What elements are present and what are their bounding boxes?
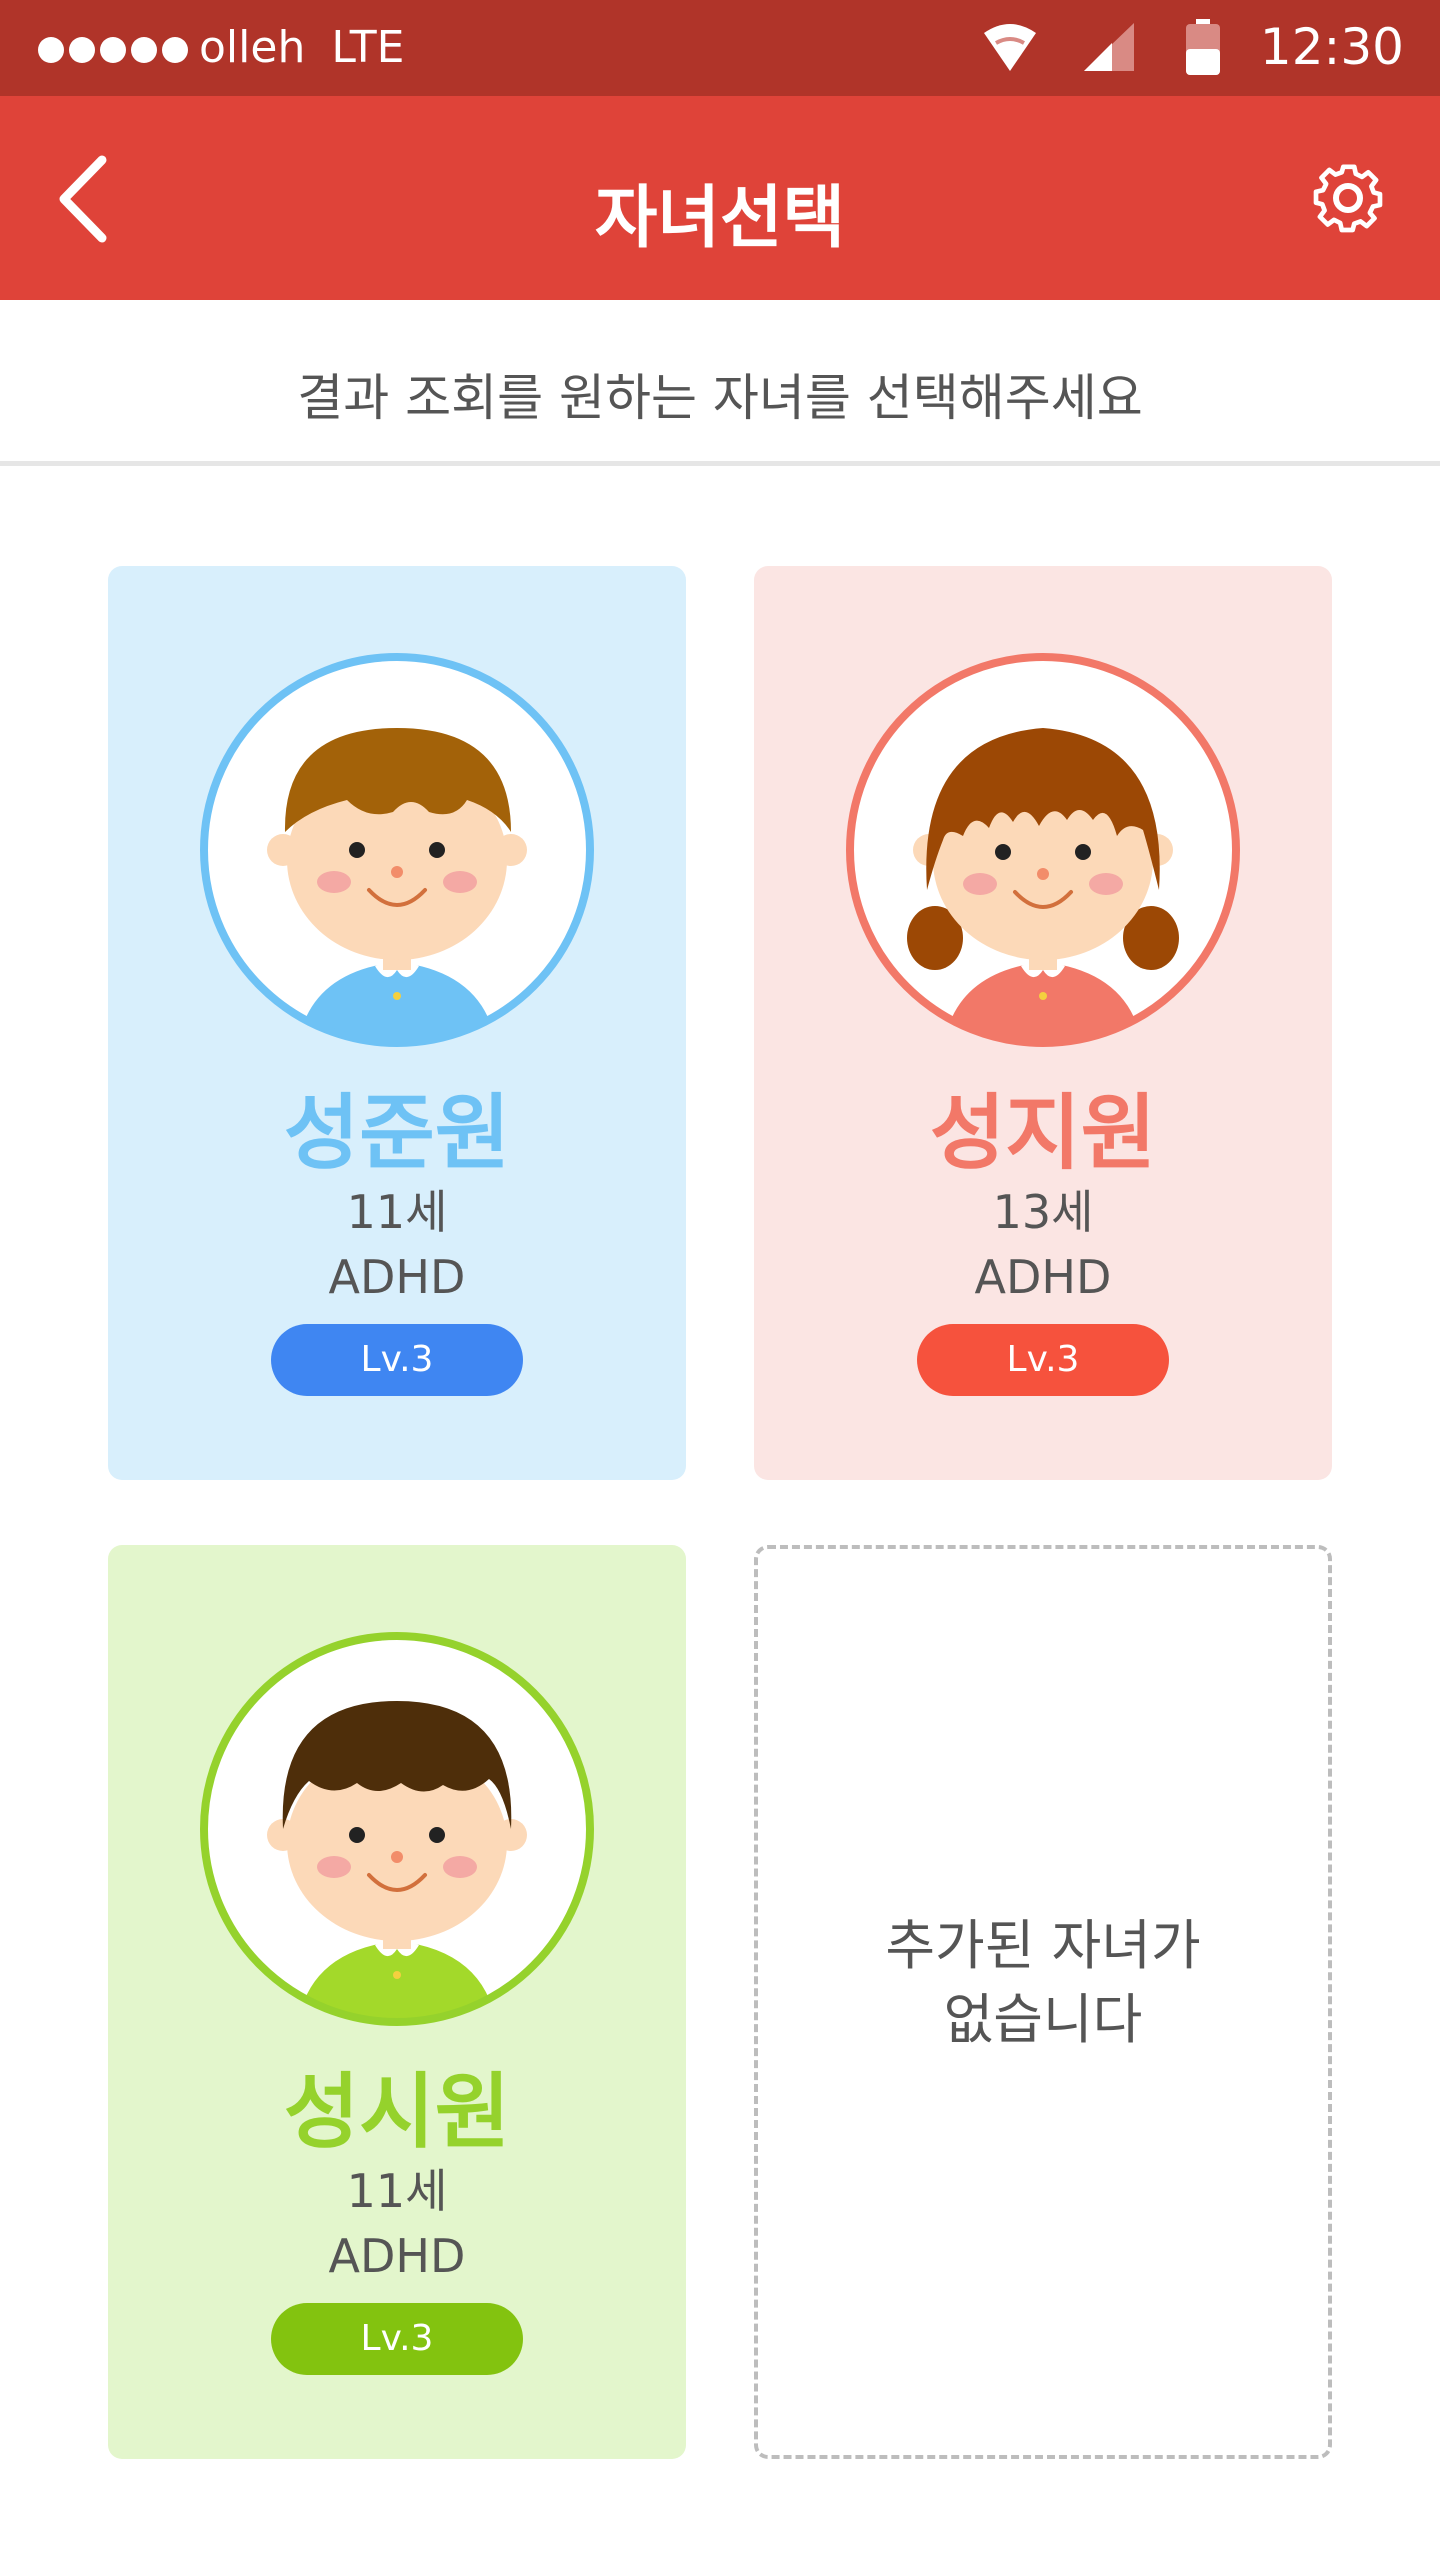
status-right: 12:30 <box>982 18 1404 76</box>
signal-dots-icon <box>38 22 193 73</box>
boy-avatar <box>200 653 594 1047</box>
child-name: 성시원 <box>283 2065 511 2160</box>
empty-slot-message: 추가된 자녀가 없습니다 <box>758 1909 1328 2057</box>
wifi-icon <box>983 24 1036 71</box>
carrier-label: olleh <box>199 22 306 73</box>
cell-signal-icon <box>1083 23 1134 71</box>
level-badge: Lv.3 <box>271 2303 523 2375</box>
gear-icon <box>1313 164 1383 233</box>
girl-avatar <box>846 653 1240 1047</box>
instruction-text: 결과 조회를 원하는 자녀를 선택해주세요 <box>297 369 1143 427</box>
instruction-bar: 결과 조회를 원하는 자녀를 선택해주세요 <box>0 300 1440 466</box>
child-age: 11세 <box>346 1185 448 1239</box>
status-bar: olleh LTE 12:30 <box>0 0 1440 96</box>
child-card-1[interactable]: 성준원 11세 ADHD Lv.3 <box>108 566 686 1480</box>
level-badge: Lv.3 <box>917 1324 1169 1396</box>
child-age: 13세 <box>992 1185 1094 1239</box>
child-diagnosis: ADHD <box>974 1250 1112 1304</box>
battery-icon <box>1185 19 1220 75</box>
child-card-2[interactable]: 성지원 13세 ADHD Lv.3 <box>754 566 1332 1480</box>
empty-slot-line-1: 추가된 자녀가 <box>885 1914 1201 1977</box>
status-left: olleh LTE <box>38 22 404 73</box>
boy-avatar <box>200 1632 594 2026</box>
empty-child-slot: 추가된 자녀가 없습니다 <box>754 1545 1332 2459</box>
child-card-3[interactable]: 성시원 11세 ADHD Lv.3 <box>108 1545 686 2459</box>
settings-button[interactable] <box>1306 156 1390 240</box>
child-diagnosis: ADHD <box>328 1250 466 1304</box>
child-diagnosis: ADHD <box>328 2229 466 2283</box>
empty-slot-line-2: 없습니다 <box>943 1988 1143 2051</box>
page-title: 자녀선택 <box>594 179 846 258</box>
clock: 12:30 <box>1259 18 1404 76</box>
level-badge: Lv.3 <box>271 1324 523 1396</box>
app-bar: 자녀선택 <box>0 96 1440 300</box>
network-label: LTE <box>331 22 405 73</box>
child-age: 11세 <box>346 2164 448 2218</box>
child-name: 성준원 <box>283 1086 511 1181</box>
child-name: 성지원 <box>929 1086 1157 1181</box>
